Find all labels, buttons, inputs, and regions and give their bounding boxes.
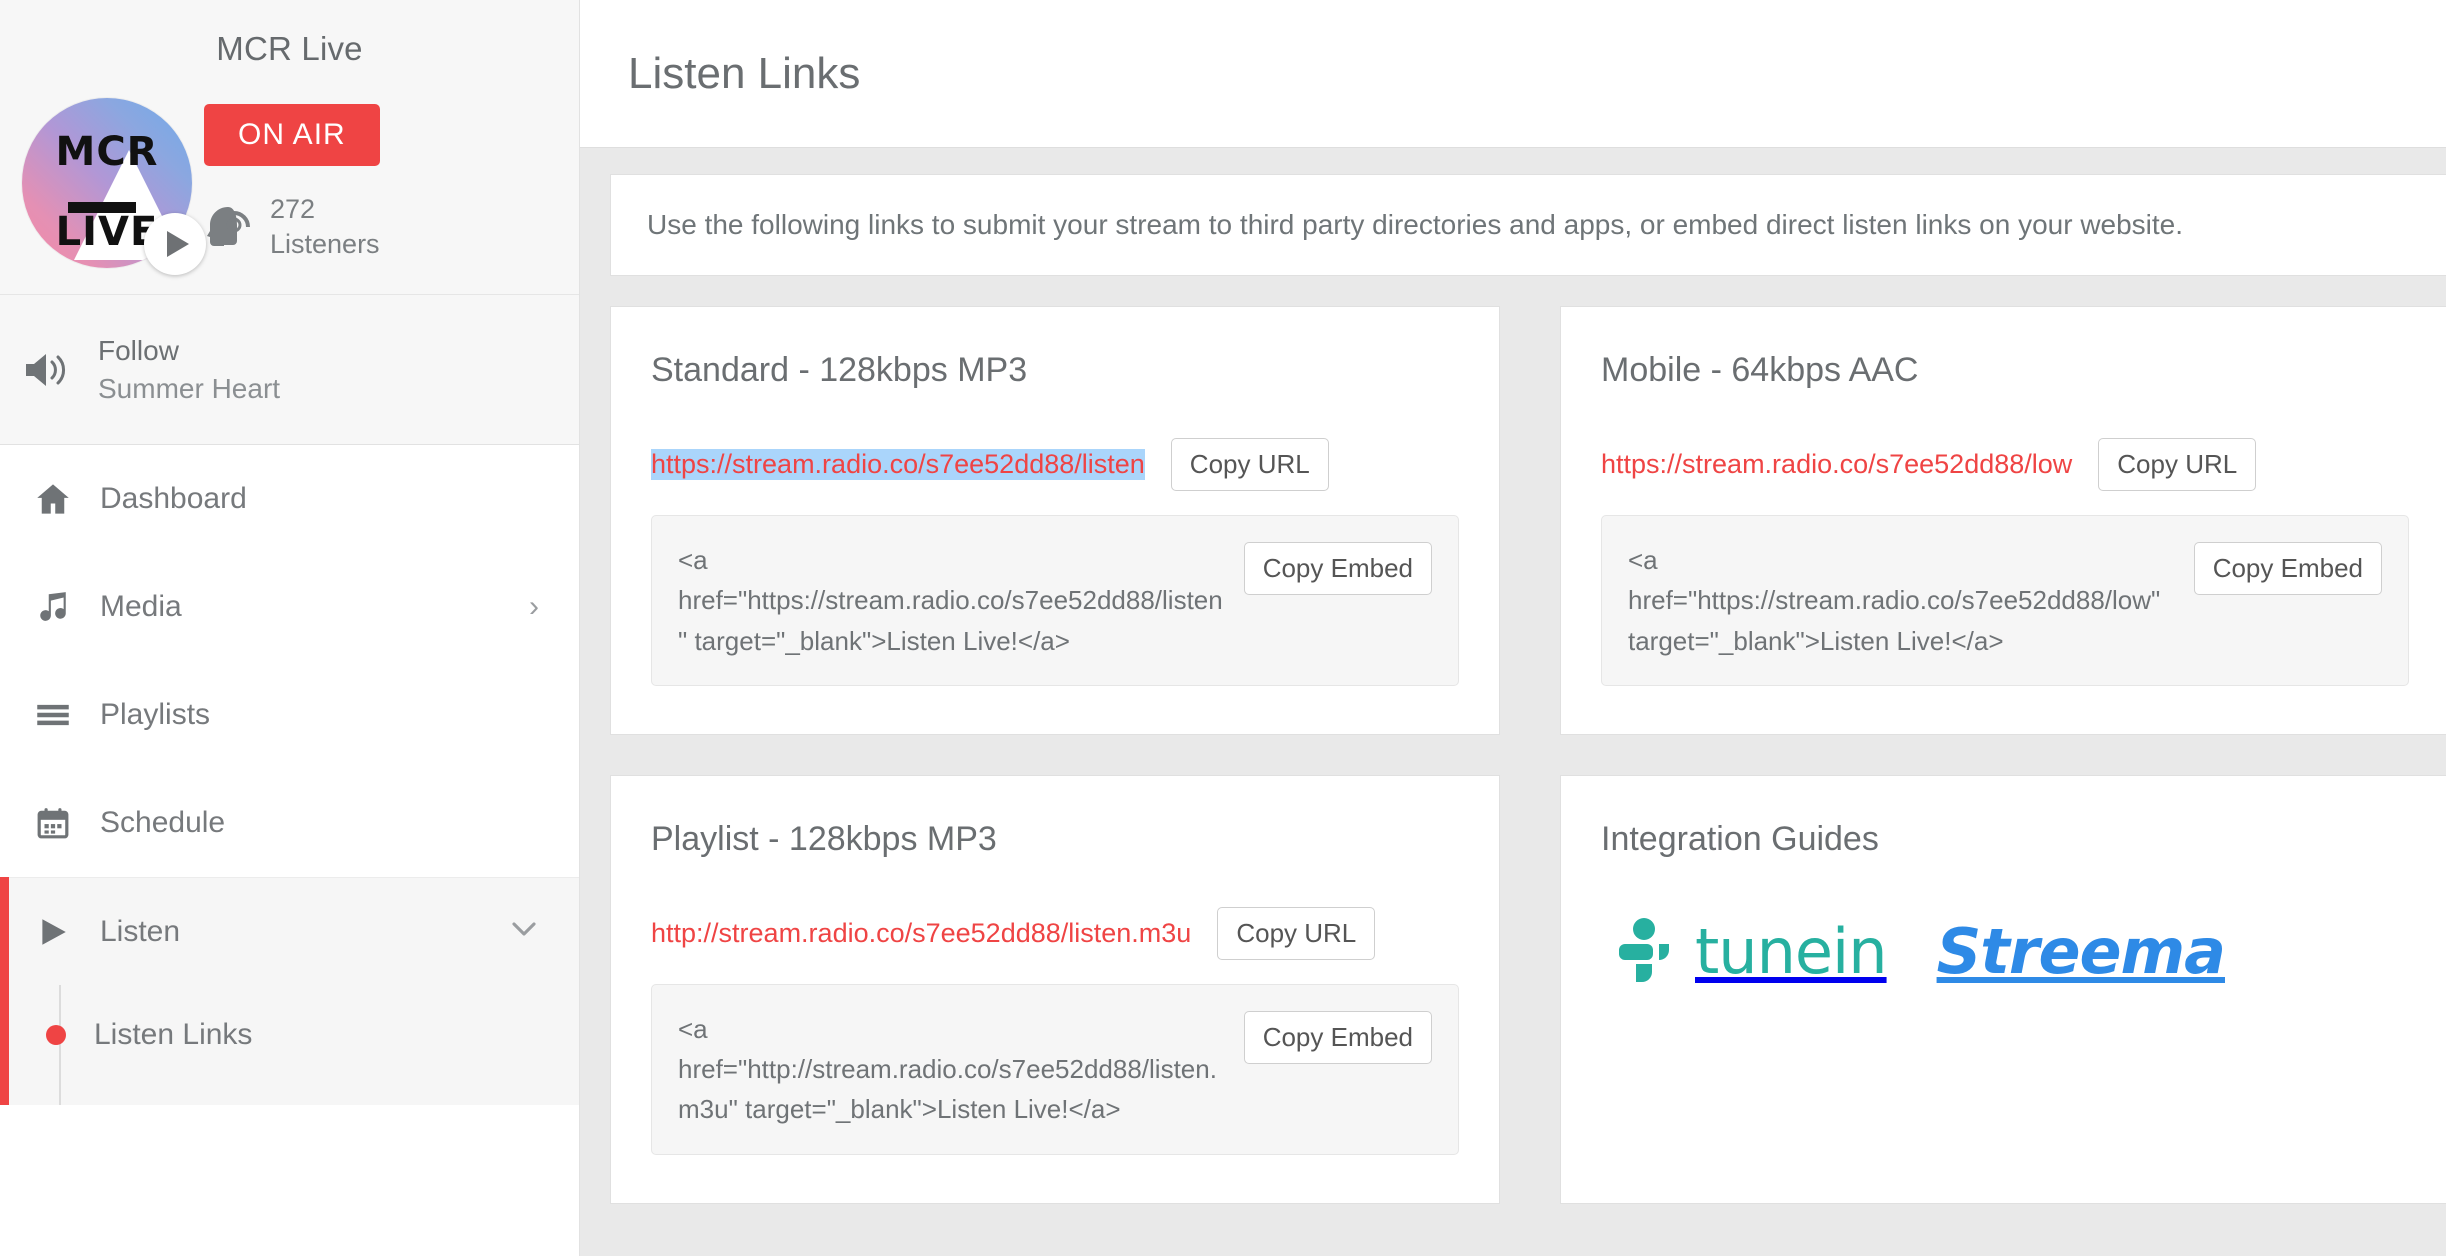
sidebar-item-playlists[interactable]: Playlists	[0, 661, 579, 769]
sidebar: MCR Live MCR LIVE ON AIR 272 Listeners F…	[0, 0, 580, 1256]
card-mobile: Mobile - 64kbps AAC https://stream.radio…	[1560, 306, 2446, 735]
copy-url-button[interactable]: Copy URL	[1170, 438, 1329, 491]
embed-box: <a href="https://stream.radio.co/s7ee52d…	[651, 515, 1459, 686]
listeners-count: 272	[270, 194, 316, 224]
follow-artist: Summer Heart	[98, 372, 281, 404]
chevron-right-icon: ›	[529, 590, 539, 623]
calendar-icon	[32, 806, 74, 840]
card-title: Standard - 128kbps MP3	[651, 351, 1028, 389]
listeners-text: 272 Listeners	[270, 192, 380, 262]
listeners-block: 272 Listeners	[204, 192, 380, 262]
embed-code: <a href="http://stream.radio.co/s7ee52dd…	[678, 1013, 1217, 1125]
chevron-down-icon	[509, 914, 539, 950]
tunein-icon	[1611, 915, 1683, 987]
topbar: Listen Links	[580, 0, 2446, 148]
card-title: Mobile - 64kbps AAC	[1601, 351, 1919, 389]
tunein-guide-link[interactable]: tunein	[1611, 914, 1888, 988]
card-standard: Standard - 128kbps MP3 https://stream.ra…	[610, 306, 1500, 735]
content-area: Use the following links to submit your s…	[580, 148, 2446, 1244]
logo-divider-bar	[68, 202, 136, 213]
station-block: MCR Live MCR LIVE ON AIR 272 Listeners	[0, 0, 579, 295]
list-icon	[32, 697, 74, 733]
url-row: https://stream.radio.co/s7ee52dd88/liste…	[651, 438, 1459, 491]
page-title: Listen Links	[628, 48, 861, 98]
main-content: Listen Links Use the following links to …	[580, 0, 2446, 1256]
logo-line-1: MCR	[55, 129, 159, 175]
station-logo: MCR LIVE	[14, 98, 206, 275]
sidebar-item-listen[interactable]: Listen	[0, 877, 579, 985]
url-row: http://stream.radio.co/s7ee52dd88/listen…	[651, 906, 1459, 960]
embed-code: <a href="https://stream.radio.co/s7ee52d…	[678, 545, 1223, 656]
sidebar-item-label: Dashboard	[100, 482, 247, 515]
active-dot-icon	[46, 1025, 66, 1045]
home-icon	[32, 481, 74, 517]
url-row: https://stream.radio.co/s7ee52dd88/low C…	[1601, 438, 2409, 491]
sidebar-item-label: Media	[100, 590, 182, 623]
play-button[interactable]	[144, 213, 206, 275]
on-air-button[interactable]: ON AIR	[204, 104, 380, 166]
follow-action: Follow	[98, 334, 179, 366]
integration-logos: tunein Streema	[1601, 915, 2409, 988]
sidebar-item-label: Playlists	[100, 698, 211, 731]
card-integration-guides: Integration Guides tunein Streema	[1560, 774, 2446, 1204]
embed-box: <a href="http://stream.radio.co/s7ee52dd…	[651, 983, 1459, 1155]
card-title: Playlist - 128kbps MP3	[651, 819, 997, 858]
cards-grid: Standard - 128kbps MP3 https://stream.ra…	[610, 306, 2446, 1244]
sidebar-item-listen-links[interactable]: Listen Links	[0, 985, 579, 1085]
stream-url-link[interactable]: https://stream.radio.co/s7ee52dd88/liste…	[651, 449, 1145, 480]
sidebar-item-media[interactable]: Media ›	[0, 553, 579, 661]
speaker-icon	[24, 350, 72, 390]
stream-url-link[interactable]: http://stream.radio.co/s7ee52dd88/listen…	[651, 918, 1191, 949]
info-banner: Use the following links to submit your s…	[610, 174, 2446, 276]
sidebar-item-label: Listen	[100, 914, 181, 948]
listener-head-icon	[204, 203, 252, 251]
now-playing-follow[interactable]: Follow Summer Heart	[0, 295, 579, 445]
station-status: ON AIR 272 Listeners	[204, 98, 380, 262]
tunein-label: tunein	[1695, 914, 1888, 988]
sidebar-item-label: Schedule	[100, 806, 226, 839]
play-icon	[166, 231, 189, 257]
station-name: MCR Live	[216, 30, 363, 67]
card-playlist: Playlist - 128kbps MP3 http://stream.rad…	[610, 774, 1500, 1204]
follow-text: Follow Summer Heart	[98, 335, 280, 405]
copy-url-button[interactable]: Copy URL	[1217, 906, 1376, 960]
music-note-icon	[32, 590, 74, 624]
sidebar-subitem-label: Listen Links	[94, 1018, 253, 1051]
listeners-label: Listeners	[270, 229, 380, 260]
streema-guide-link[interactable]: Streema	[1937, 915, 2226, 988]
play-icon	[32, 915, 74, 949]
stream-url-link[interactable]: https://stream.radio.co/s7ee52dd88/low	[1601, 449, 2072, 480]
sidebar-item-schedule[interactable]: Schedule	[0, 769, 579, 877]
copy-embed-button[interactable]: Copy Embed	[2193, 542, 2382, 595]
embed-code: <a href="https://stream.radio.co/s7ee52d…	[1628, 545, 2161, 656]
card-title: Integration Guides	[1601, 819, 1879, 858]
sidebar-nav: Dashboard Media › Playlists Schedule Lis…	[0, 445, 579, 1105]
copy-embed-button[interactable]: Copy Embed	[1243, 1010, 1432, 1064]
sidebar-subnav: Listen Links	[0, 985, 579, 1105]
sidebar-item-dashboard[interactable]: Dashboard	[0, 445, 579, 553]
copy-url-button[interactable]: Copy URL	[2098, 438, 2257, 491]
embed-box: <a href="https://stream.radio.co/s7ee52d…	[1601, 515, 2409, 686]
copy-embed-button[interactable]: Copy Embed	[1243, 542, 1432, 595]
station-row: MCR LIVE ON AIR 272 Listeners	[0, 98, 579, 275]
app-root: MCR Live MCR LIVE ON AIR 272 Listeners F…	[0, 0, 2446, 1256]
